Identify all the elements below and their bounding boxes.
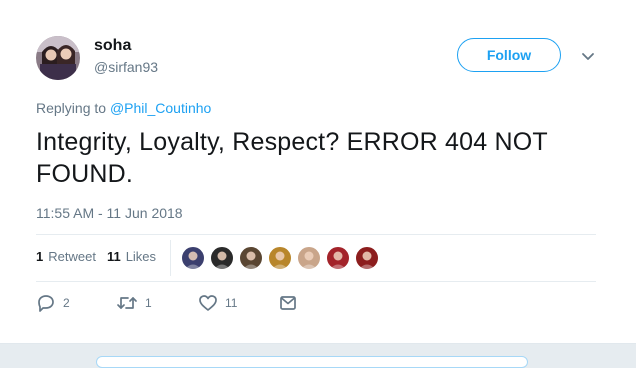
follow-button[interactable]: Follow [457,38,561,72]
tweet-text: Integrity, Loyalty, Respect? ERROR 404 N… [36,128,548,188]
replying-to-label: Replying to [36,100,107,116]
envelope-icon [280,296,296,310]
like-count: 11 [106,249,121,264]
reply-button[interactable]: 2 [36,294,70,312]
liker-avatar-1[interactable] [180,245,206,271]
reply-icon [38,295,54,312]
liker-avatar-3[interactable] [238,245,264,271]
retweet-action-count: 1 [145,296,152,310]
retweet-label: Retweet [48,249,96,264]
retweet-count: 1 [36,249,44,264]
like-label: Likes [125,249,157,264]
divider [36,234,596,235]
retweet-stat[interactable]: 1 Retweet [36,248,96,266]
reply-count: 2 [63,296,70,310]
tweet-timestamp[interactable]: 11:55 AM - 11 Jun 2018 [36,204,183,222]
direct-message-button[interactable] [278,294,298,312]
liker-avatar-2[interactable] [209,245,235,271]
liker-avatars [180,245,383,271]
chevron-down-icon[interactable] [580,48,596,64]
liker-avatar-5[interactable] [296,245,322,271]
heart-icon [199,295,217,311]
liker-avatar-6[interactable] [325,245,351,271]
avatar[interactable] [36,36,80,80]
like-stat[interactable]: 11 Likes [107,248,156,266]
stats-separator [170,240,171,276]
avatar-image [36,36,80,80]
like-action-count: 11 [225,296,238,310]
liker-avatar-4[interactable] [267,245,293,271]
tweet-stats: 1 Retweet 11 Likes [36,248,156,266]
replying-to: Replying to @Phil_Coutinho [36,99,211,117]
retweet-icon [117,297,137,309]
like-button[interactable]: 11 [198,294,237,312]
reply-composer-edge[interactable] [96,356,528,368]
user-name[interactable]: soha [94,36,131,56]
tweet-card: soha @sirfan93 Follow Replying to @Phil_… [0,0,636,344]
liker-avatar-7[interactable] [354,245,380,271]
retweet-button[interactable]: 1 [116,294,152,312]
tweet-actions: 2 1 11 [36,294,336,314]
user-handle[interactable]: @sirfan93 [94,58,158,76]
replying-to-link[interactable]: @Phil_Coutinho [110,100,211,116]
divider [36,281,596,282]
